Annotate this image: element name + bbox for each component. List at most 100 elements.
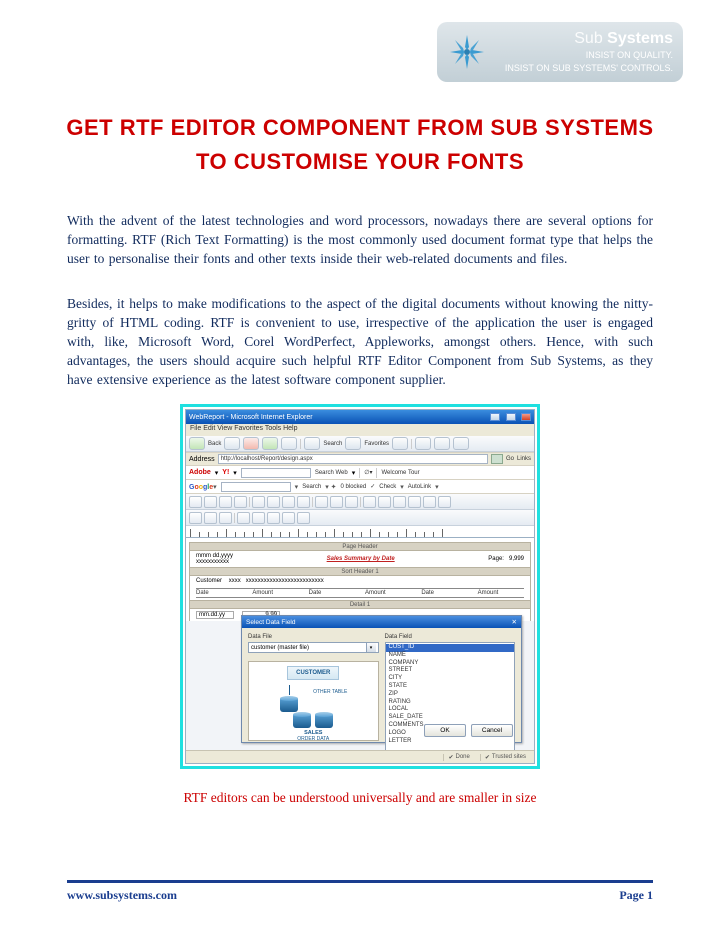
tool-button[interactable] bbox=[330, 496, 343, 508]
favorites-button[interactable] bbox=[345, 437, 361, 450]
tool-button[interactable] bbox=[234, 496, 247, 508]
ie-toolbar: Back Search Favorites bbox=[186, 436, 534, 452]
page-header-body: mmm dd,yyyy xxxxxxxxxxx Sales Summary by… bbox=[189, 551, 531, 567]
tool-button[interactable] bbox=[282, 496, 295, 508]
tool-button[interactable] bbox=[363, 496, 376, 508]
search-label: Search bbox=[323, 441, 342, 447]
go-button[interactable] bbox=[491, 454, 503, 464]
check-button[interactable]: Check bbox=[379, 484, 396, 490]
yahoo-search-input[interactable] bbox=[241, 468, 311, 478]
list-item[interactable]: ZIP bbox=[386, 691, 515, 699]
col-amount: Amount bbox=[252, 590, 298, 596]
back-button[interactable] bbox=[189, 437, 205, 450]
ruler bbox=[186, 526, 534, 538]
datafile-label: Data File bbox=[248, 634, 379, 640]
list-item[interactable]: NAME bbox=[386, 652, 515, 660]
chevron-down-icon[interactable]: ▾ bbox=[366, 643, 376, 652]
tool-button[interactable] bbox=[423, 496, 436, 508]
tool-button[interactable] bbox=[378, 496, 391, 508]
tool-button[interactable] bbox=[282, 512, 295, 524]
tool-button[interactable] bbox=[252, 496, 265, 508]
page-value: 9,999 bbox=[509, 556, 524, 562]
editor-toolbar-1 bbox=[186, 494, 534, 510]
list-item[interactable]: STATE bbox=[386, 683, 515, 691]
list-item[interactable]: CITY bbox=[386, 675, 515, 683]
x-field: xxxxxxxxxxx bbox=[196, 559, 233, 565]
brand-name: Sub Systems bbox=[495, 30, 673, 48]
page-label: Page: bbox=[488, 556, 504, 562]
tool-button[interactable] bbox=[408, 496, 421, 508]
tool-button[interactable] bbox=[252, 512, 265, 524]
minimize-button[interactable] bbox=[490, 413, 500, 421]
tool-button[interactable] bbox=[345, 496, 358, 508]
stop-button[interactable] bbox=[243, 437, 259, 450]
status-trusted: ✔ Trusted sites bbox=[480, 754, 530, 761]
home-button[interactable] bbox=[281, 437, 297, 450]
tool-button[interactable] bbox=[297, 512, 310, 524]
tool-button[interactable] bbox=[315, 496, 328, 508]
col-date: Date bbox=[421, 590, 467, 596]
report-title: Sales Summary by Date bbox=[327, 556, 395, 562]
cancel-button[interactable]: Cancel bbox=[471, 724, 513, 737]
figure-caption: RTF editors can be understood universall… bbox=[0, 790, 720, 806]
tool-button[interactable] bbox=[189, 496, 202, 508]
print-button[interactable] bbox=[434, 437, 450, 450]
edit-button[interactable] bbox=[453, 437, 469, 450]
tool-button[interactable] bbox=[438, 496, 451, 508]
footer-divider bbox=[67, 880, 653, 883]
tool-button[interactable] bbox=[267, 496, 280, 508]
refresh-button[interactable] bbox=[262, 437, 278, 450]
favorites-label: Favorites bbox=[364, 441, 389, 447]
dialog-close-icon[interactable]: ✕ bbox=[512, 618, 517, 626]
window-title: WebReport - Microsoft Internet Explorer bbox=[189, 414, 313, 421]
brand-logo: Sub Systems INSIST ON QUALITY. INSIST ON… bbox=[437, 22, 683, 82]
list-item[interactable]: SALE_DATE bbox=[386, 714, 515, 722]
list-item[interactable]: STREET bbox=[386, 667, 515, 675]
cylinder-icon bbox=[293, 714, 311, 728]
list-item[interactable]: LETTER bbox=[386, 738, 515, 746]
page-footer: www.subsystems.com Page 1 bbox=[67, 888, 653, 903]
list-item[interactable]: RATING bbox=[386, 699, 515, 707]
datafield-label: Data Field bbox=[385, 634, 516, 640]
tool-button[interactable] bbox=[189, 512, 202, 524]
list-item[interactable]: LOCAL bbox=[386, 706, 515, 714]
datafile-combo[interactable]: customer (master file)▾ bbox=[248, 642, 379, 653]
tool-button[interactable] bbox=[219, 496, 232, 508]
search-web-button[interactable]: Search Web bbox=[315, 470, 348, 476]
list-item[interactable]: COMPANY bbox=[386, 660, 515, 668]
app-window: WebReport - Microsoft Internet Explorer … bbox=[185, 409, 535, 764]
history-button[interactable] bbox=[392, 437, 408, 450]
maximize-button[interactable] bbox=[506, 413, 516, 421]
menubar[interactable]: File Edit View Favorites Tools Help bbox=[186, 424, 534, 436]
tool-button[interactable] bbox=[204, 496, 217, 508]
select-field-dialog: Select Data Field ✕ Data File customer (… bbox=[241, 615, 522, 743]
autolink-button[interactable]: AutoLink bbox=[408, 484, 431, 490]
status-bar: ✔ Done ✔ Trusted sites bbox=[186, 750, 534, 763]
adobe-yahoo-toolbar: Adobe ▾ Y! ▾ Search Web ▾ ∅▾ Welcome Tou… bbox=[186, 466, 534, 480]
list-item[interactable]: CUST_ID bbox=[386, 644, 515, 652]
welcome-tour-link[interactable]: Welcome Tour bbox=[381, 470, 419, 476]
google-search-input[interactable] bbox=[221, 482, 291, 492]
footer-page: Page 1 bbox=[619, 888, 653, 903]
mail-button[interactable] bbox=[415, 437, 431, 450]
tool-button[interactable] bbox=[393, 496, 406, 508]
forward-button[interactable] bbox=[224, 437, 240, 450]
dialog-title: Select Data Field bbox=[246, 619, 296, 626]
links-label: Links bbox=[517, 456, 531, 462]
search-button[interactable] bbox=[304, 437, 320, 450]
close-button[interactable] bbox=[521, 413, 531, 421]
tool-button[interactable] bbox=[297, 496, 310, 508]
tool-button[interactable] bbox=[237, 512, 250, 524]
col-amount: Amount bbox=[478, 590, 524, 596]
customer-node: CUSTOMER bbox=[287, 666, 339, 680]
google-search-button[interactable]: Search bbox=[302, 484, 321, 490]
tool-button[interactable] bbox=[267, 512, 280, 524]
ok-button[interactable]: OK bbox=[424, 724, 466, 737]
brand-tagline-1: INSIST ON QUALITY. bbox=[495, 50, 673, 61]
paragraph-1: With the advent of the latest technologi… bbox=[67, 212, 653, 269]
footer-url: www.subsystems.com bbox=[67, 888, 177, 903]
tool-button[interactable] bbox=[219, 512, 232, 524]
go-label: Go bbox=[506, 456, 514, 462]
tool-button[interactable] bbox=[204, 512, 217, 524]
address-input[interactable]: http://localhost/Report/design.aspx bbox=[218, 454, 488, 464]
